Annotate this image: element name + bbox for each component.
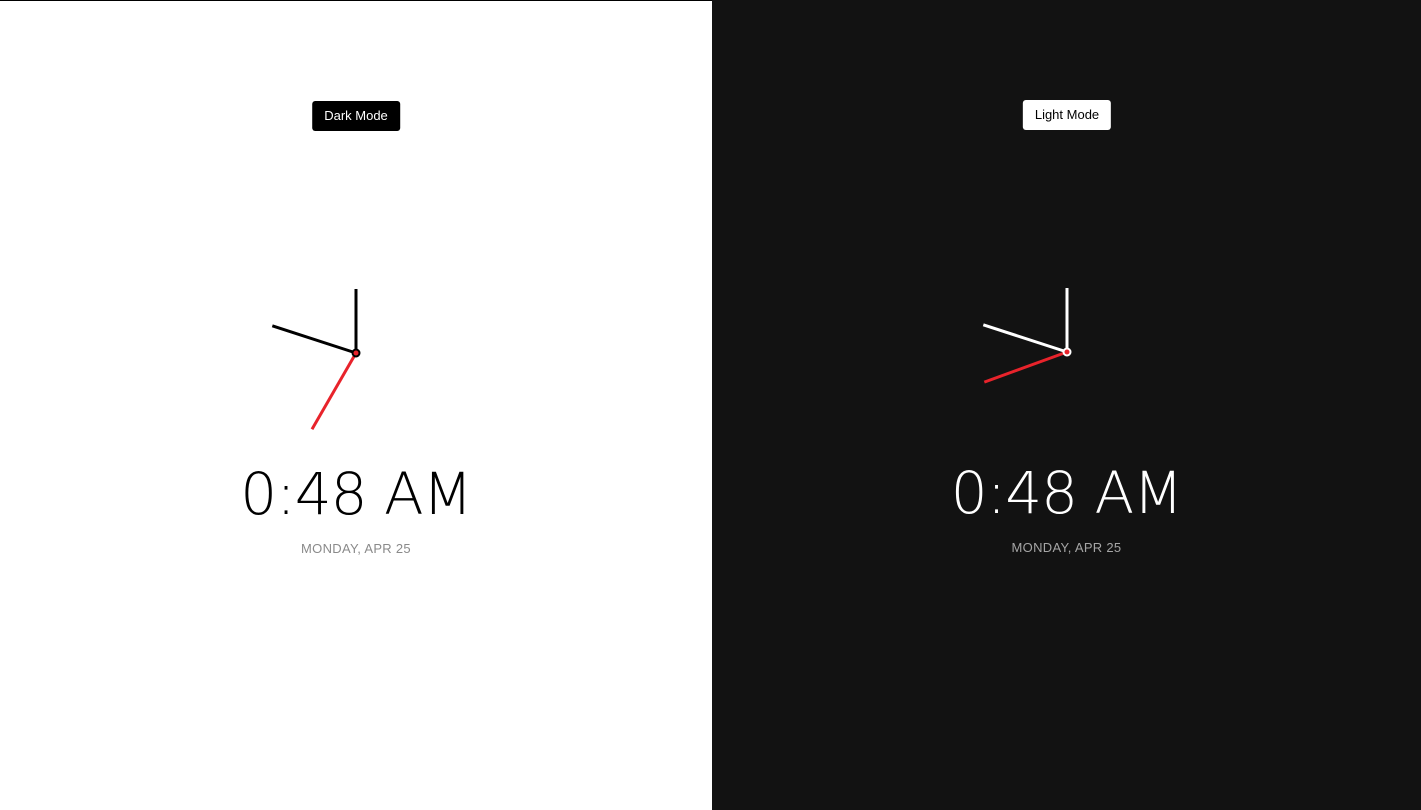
digital-time: 0:48 AM	[240, 460, 472, 528]
clock-stage: Dark Mode 0:48 AM MONDAY, APR 25 Light M…	[0, 0, 1421, 810]
hour-hand	[982, 323, 1068, 354]
clock-center-dot	[351, 348, 361, 358]
second-hand	[983, 350, 1068, 384]
dark-theme-panel: Light Mode 0:48 AM MONDAY, APR 25	[712, 0, 1421, 810]
clock-center-dot	[1062, 347, 1072, 357]
date-label: MONDAY, APR 25	[301, 541, 411, 556]
light-theme-panel: Dark Mode 0:48 AM MONDAY, APR 25	[0, 0, 712, 810]
analog-clock	[271, 289, 361, 430]
hour-hand	[271, 324, 357, 355]
date-label: MONDAY, APR 25	[1011, 540, 1122, 555]
second-hand	[310, 352, 358, 430]
digital-time: 0:48 AM	[950, 459, 1183, 527]
analog-clock	[982, 288, 1072, 384]
